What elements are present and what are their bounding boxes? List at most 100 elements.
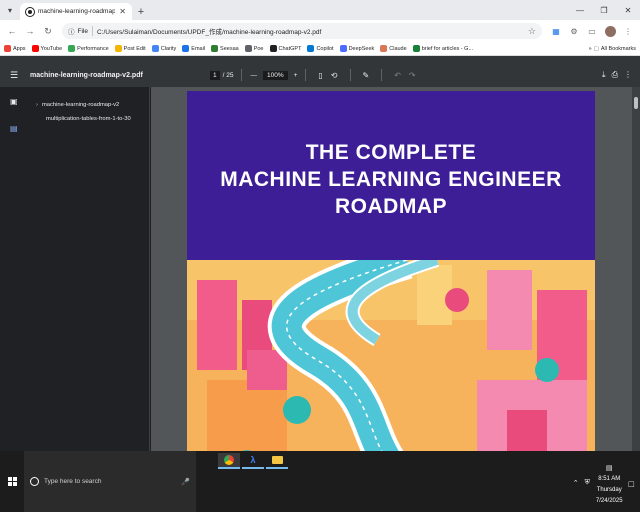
clock[interactable]: ▤ 8:51 AM Thursday 7/24/2025 — [596, 463, 623, 507]
bookmark-youtube[interactable]: YouTube — [31, 45, 62, 52]
more-options-icon[interactable]: ⋮ — [624, 70, 632, 80]
page-number-input[interactable]: 1 — [210, 70, 220, 80]
extensions-puzzle-icon[interactable]: ⚙ — [566, 23, 582, 39]
bookmark-performance[interactable]: Performance — [68, 45, 109, 52]
tab-search-icon[interactable]: ▾ — [0, 0, 20, 20]
outline-icon[interactable]: ▤ — [10, 124, 18, 133]
divider — [305, 69, 307, 81]
bookmark-copilot[interactable]: Copilot — [307, 45, 334, 52]
cover-title-line: MACHINE LEARNING ENGINEER — [220, 168, 562, 191]
undo-icon[interactable]: ↶ — [394, 71, 401, 80]
bookmark-apps[interactable]: Apps — [4, 45, 26, 52]
app-icon: λ — [250, 455, 256, 465]
tab-strip: ▾ machine-learning-roadmap-v2 ✕ + — ❐ ✕ — [0, 0, 640, 20]
sheets-icon — [412, 45, 420, 52]
translate-extension-icon[interactable]: ▦ — [548, 23, 564, 39]
download-icon[interactable]: ⤓ — [602, 70, 606, 80]
taskbar-app-blue[interactable]: λ — [242, 453, 264, 469]
hamburger-menu-icon[interactable]: ☰ — [4, 70, 24, 81]
taskbar-search[interactable]: Type here to search 🎤 — [24, 451, 196, 512]
zoom-controls: — 100% + — [250, 70, 298, 80]
microphone-icon[interactable]: 🎤 — [181, 478, 190, 486]
system-tray: ⌃ ⛨ ▤ 8:51 AM Thursday 7/24/2025 □ — [573, 451, 640, 512]
chevron-right-icon[interactable]: › — [36, 102, 38, 108]
zoom-out-icon[interactable]: — — [250, 72, 257, 79]
browser-toolbar: ← → ↻ ⓘ File C:/Users/Sulaiman/Documents… — [0, 20, 640, 42]
minimize-icon[interactable]: — — [568, 0, 592, 20]
apps-grid-icon — [4, 45, 11, 52]
zoom-in-icon[interactable]: + — [294, 72, 298, 79]
thumbnails-icon[interactable]: ▣ — [10, 97, 18, 106]
outline-item[interactable]: › machine-learning-roadmap-v2 — [36, 101, 146, 109]
rotate-icon[interactable]: ⟲ — [331, 71, 338, 80]
network-icon[interactable]: ▤ — [596, 463, 623, 474]
reload-icon[interactable]: ↻ — [40, 23, 56, 39]
forward-icon[interactable]: → — [22, 23, 38, 39]
bookmark-clarity[interactable]: Clarity — [151, 45, 176, 52]
new-tab-button[interactable]: + — [132, 3, 150, 20]
chevron-right-icon: » — [588, 45, 592, 52]
taskbar-chrome[interactable] — [218, 453, 240, 469]
site-info-chip[interactable]: ⓘ File — [68, 26, 93, 36]
bookmark-deepseek[interactable]: DeepSeek — [339, 45, 374, 52]
address-bar[interactable]: ⓘ File C:/Users/Sulaiman/Documents/UPDF_… — [62, 23, 542, 39]
pdf-page: THE COMPLETE MACHINE LEARNING ENGINEER R… — [187, 91, 595, 451]
bookmark-post-edit[interactable]: Post Edit — [114, 45, 146, 52]
vertical-scrollbar[interactable] — [632, 87, 640, 451]
restore-icon[interactable]: ❐ — [592, 0, 616, 20]
windows-taskbar: Type here to search 🎤 λ ⌃ ⛨ ▤ 8:51 AM Th… — [0, 451, 640, 512]
email-icon — [182, 45, 190, 52]
claude-icon — [380, 45, 388, 52]
page-total: / 25 — [222, 71, 234, 79]
bookmark-star-icon[interactable]: ☆ — [528, 26, 536, 37]
page-selector: 1 / 25 — [210, 70, 234, 80]
bookmark-brief-for-articles[interactable]: brief for articles - G... — [412, 45, 473, 52]
back-icon[interactable]: ← — [4, 23, 20, 39]
info-icon: ⓘ — [68, 29, 75, 36]
pdf-actions: ⤓ ⎙ ⋮ — [602, 70, 632, 80]
chatgpt-icon — [269, 45, 277, 52]
chrome-menu-icon[interactable]: ⋮ — [620, 23, 636, 39]
start-button[interactable] — [0, 451, 24, 512]
divider — [241, 69, 243, 81]
bookmark-email[interactable]: Email — [182, 45, 205, 52]
sidepanel-icon[interactable]: ▭ — [584, 23, 600, 39]
close-tab-icon[interactable]: ✕ — [119, 7, 126, 16]
tab-active[interactable]: machine-learning-roadmap-v2 ✕ — [20, 3, 132, 20]
performance-icon — [68, 45, 76, 52]
annotate-pen-icon[interactable]: ✎ — [363, 71, 370, 80]
bookmark-chatgpt[interactable]: ChatGPT — [269, 45, 301, 52]
youtube-icon — [31, 45, 39, 52]
close-window-icon[interactable]: ✕ — [616, 0, 640, 20]
print-icon[interactable]: ⎙ — [612, 70, 618, 80]
bookmark-poe[interactable]: Poe — [244, 45, 264, 52]
all-bookmarks[interactable]: » ▢ All Bookmarks — [589, 46, 636, 52]
deepseek-icon — [339, 45, 347, 52]
bookmark-seesaa[interactable]: Seesaa — [211, 45, 239, 52]
folder-icon — [271, 456, 283, 464]
notifications-icon[interactable]: □ — [629, 479, 634, 489]
cover-title: THE COMPLETE MACHINE LEARNING ENGINEER R… — [220, 139, 562, 220]
blogger-icon — [114, 45, 122, 52]
scrollbar-thumb[interactable] — [634, 97, 638, 109]
pdf-viewport[interactable]: THE COMPLETE MACHINE LEARNING ENGINEER R… — [151, 87, 640, 451]
taskbar-file-explorer[interactable] — [266, 453, 288, 469]
address-scheme: File — [77, 27, 88, 35]
url-text[interactable]: C:/Users/Sulaiman/Documents/UPDF_作成/mach… — [97, 26, 524, 36]
pdf-toolbar: ☰ machine-learning-roadmap-v2.pdf 1 / 25… — [0, 63, 640, 87]
defender-shield-icon[interactable]: ⛨ — [585, 479, 590, 487]
poe-icon — [244, 45, 252, 52]
zoom-level-input[interactable]: 100% — [262, 70, 288, 80]
profile-avatar[interactable] — [602, 23, 618, 39]
tab-title: machine-learning-roadmap-v2 — [38, 8, 116, 15]
outline-item[interactable]: multiplication-tables-from-1-to-30 — [36, 115, 146, 123]
fit-page-icon[interactable]: ▯ — [318, 71, 322, 80]
clock-time: 8:51 AM — [598, 476, 621, 482]
clarity-icon — [151, 45, 159, 52]
pdf-filename: machine-learning-roadmap-v2.pdf — [30, 71, 143, 79]
bookmark-claude[interactable]: Claude — [380, 45, 407, 52]
clock-day: Thursday — [596, 487, 622, 493]
redo-icon[interactable]: ↷ — [409, 71, 416, 80]
copilot-icon — [307, 45, 315, 52]
chevron-up-icon[interactable]: ⌃ — [573, 479, 579, 487]
